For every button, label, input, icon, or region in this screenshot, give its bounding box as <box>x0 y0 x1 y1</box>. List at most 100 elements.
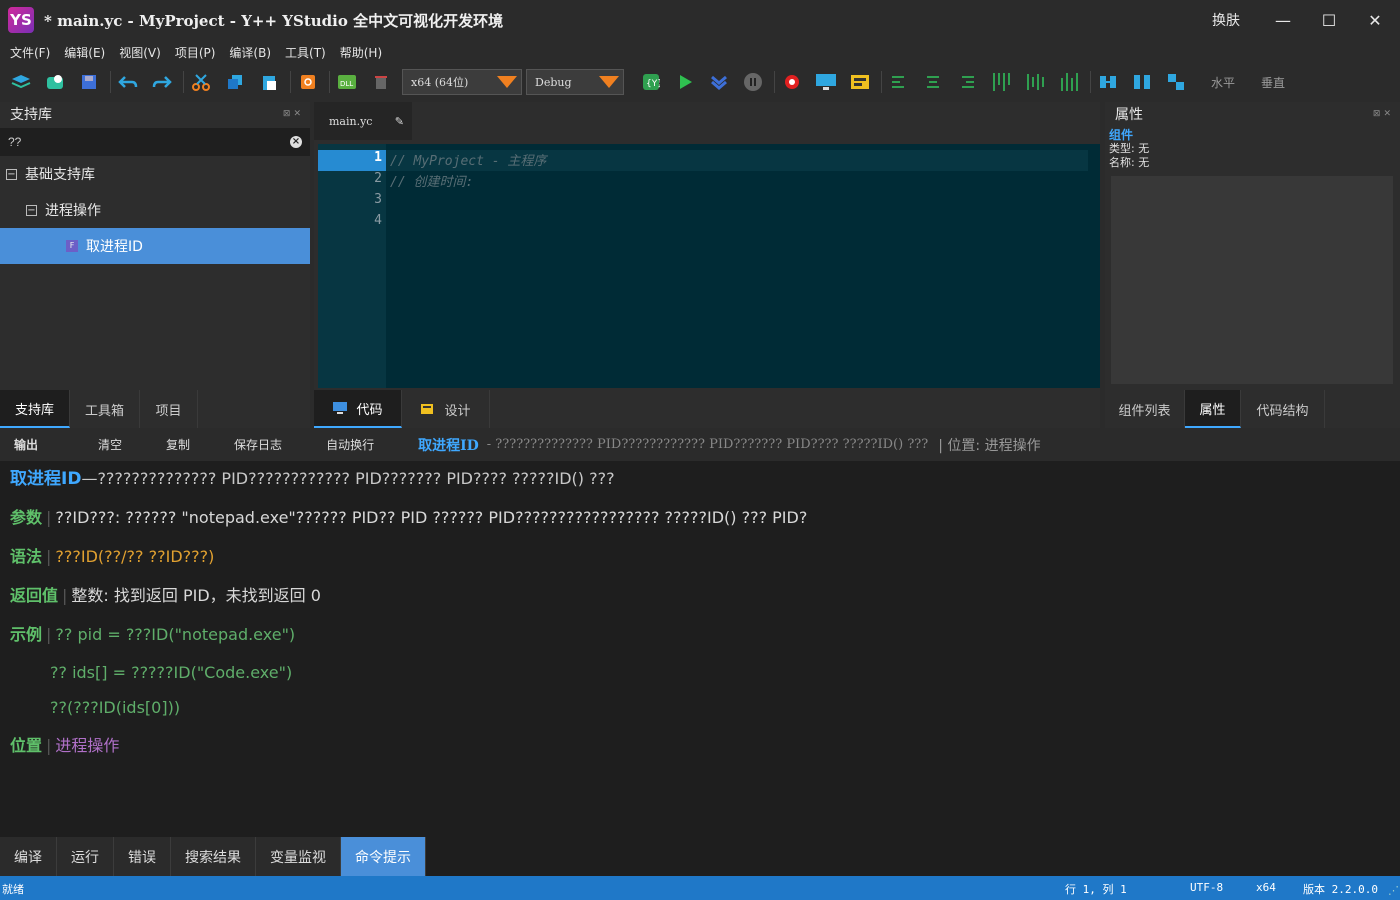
library-search: × <box>0 128 310 156</box>
help-summary-row: 取进程ID—?????????????? PID???????????? PID… <box>10 469 1390 489</box>
tree-node-basic-library[interactable]: − 基础支持库 <box>0 156 310 192</box>
tab-label: 设计 <box>444 403 471 419</box>
title-bar: YS * main.yc - MyProject - Y++ YStudio 全… <box>0 0 1400 40</box>
tab-library[interactable]: 支持库 <box>0 390 70 428</box>
code-view-icon[interactable] <box>813 69 839 95</box>
save-icon[interactable] <box>76 69 102 95</box>
same-height-icon[interactable] <box>1129 69 1155 95</box>
horizontal-button[interactable]: 水平 <box>1211 74 1235 91</box>
code-editor[interactable]: 1 2 3 4 // MyProject - 主程序 // 创建时间: <box>318 144 1100 388</box>
build-icon[interactable]: {Y} <box>638 69 664 95</box>
tab-toolbox[interactable]: 工具箱 <box>70 390 140 428</box>
tree-node-label: 进程操作 <box>45 203 101 219</box>
help-summary: —?????????????? PID???????????? PID?????… <box>81 469 615 488</box>
same-width-icon[interactable] <box>1095 69 1121 95</box>
help-return-text: 整数: 找到返回 PID，未找到返回 0 <box>71 586 321 605</box>
menu-project[interactable]: 项目(P) <box>175 44 216 61</box>
tab-compile[interactable]: 编译 <box>0 837 57 876</box>
align-center-icon[interactable] <box>920 69 946 95</box>
pin-close-icon[interactable]: ⊠✕ <box>283 109 304 119</box>
collapse-icon[interactable]: − <box>6 168 17 180</box>
help-label: 返回值 <box>10 586 59 605</box>
code-lines[interactable]: // MyProject - 主程序 // 创建时间: <box>386 144 1100 388</box>
tree-node-process[interactable]: − 进程操作 <box>0 192 310 228</box>
align-middle-icon[interactable] <box>1022 69 1048 95</box>
help-location-link[interactable]: 进程操作 <box>55 736 119 755</box>
menu-bar: 文件(F) 编辑(E) 视图(V) 项目(P) 编译(B) 工具(T) 帮助(H… <box>0 40 1400 64</box>
tab-design[interactable]: 设计 <box>402 390 490 428</box>
align-right-icon[interactable] <box>954 69 980 95</box>
code-line[interactable] <box>386 192 1100 213</box>
tab-code[interactable]: 代码 <box>314 390 402 428</box>
component-name: 名称: 无 <box>1109 156 1150 169</box>
find-icon[interactable] <box>295 69 321 95</box>
code-line[interactable]: // 创建时间: <box>386 171 1100 192</box>
menu-edit[interactable]: 编辑(E) <box>64 44 105 61</box>
menu-view[interactable]: 视图(V) <box>119 44 161 61</box>
tab-errors[interactable]: 错误 <box>114 837 171 876</box>
align-top-icon[interactable] <box>988 69 1014 95</box>
help-param-row: 参数 | ??ID???: ?????? "notepad.exe"?????? P… <box>10 508 808 527</box>
library-search-input[interactable] <box>8 135 258 149</box>
platform-select[interactable]: x64 (64位) <box>402 69 522 95</box>
properties-grid[interactable] <box>1111 176 1393 384</box>
status-position: 行 1, 列 1 <box>1065 883 1127 896</box>
code-line[interactable] <box>386 213 1100 234</box>
help-location-row: 位置 | 进程操作 <box>10 736 120 755</box>
redo-icon[interactable] <box>149 69 175 95</box>
pause-icon[interactable] <box>740 69 766 95</box>
clear-button[interactable]: 清空 <box>98 436 122 453</box>
breakpoint-icon[interactable] <box>779 69 805 95</box>
tab-project[interactable]: 项目 <box>140 390 198 428</box>
save-log-button[interactable]: 保存日志 <box>234 436 282 453</box>
editor-tab-label: main.yc <box>329 114 373 128</box>
collapse-icon[interactable]: − <box>26 204 37 216</box>
menu-build[interactable]: 编译(B) <box>229 44 271 61</box>
run-icon[interactable] <box>672 69 698 95</box>
vertical-button[interactable]: 垂直 <box>1261 74 1285 91</box>
tree-node-get-pid[interactable]: F 取进程ID <box>0 228 310 264</box>
config-value: Debug <box>535 75 572 89</box>
tab-properties[interactable]: 属性 <box>1185 390 1241 428</box>
skin-button[interactable]: 换肤 <box>1212 10 1240 30</box>
pin-close-icon[interactable]: ⊠✕ <box>1373 109 1394 119</box>
close-button[interactable]: ✕ <box>1352 0 1398 40</box>
dll-icon[interactable]: DLL <box>334 69 360 95</box>
align-bottom-icon[interactable] <box>1056 69 1082 95</box>
word-wrap-button[interactable]: 自动换行 <box>326 436 374 453</box>
same-size-icon[interactable] <box>1163 69 1189 95</box>
undo-icon[interactable] <box>115 69 141 95</box>
cut-icon[interactable] <box>188 69 214 95</box>
copy-icon[interactable] <box>222 69 248 95</box>
menu-file[interactable]: 文件(F) <box>10 44 50 61</box>
minimize-button[interactable]: — <box>1260 0 1306 40</box>
resize-grip-icon[interactable]: ⋰ <box>1388 884 1399 897</box>
menu-tools[interactable]: 工具(T) <box>285 44 326 61</box>
editor-tab-main[interactable]: main.yc ✎ <box>314 102 412 140</box>
align-left-icon[interactable] <box>886 69 912 95</box>
design-view-icon <box>421 404 434 414</box>
config-select[interactable]: Debug <box>526 69 624 95</box>
design-view-icon[interactable] <box>847 69 873 95</box>
tab-code-structure[interactable]: 代码结构 <box>1241 390 1325 428</box>
tab-search-results[interactable]: 搜索结果 <box>171 837 256 876</box>
paste-icon[interactable] <box>256 69 282 95</box>
tab-watch[interactable]: 变量监视 <box>256 837 341 876</box>
status-version: 版本 2.2.0.0 <box>1303 883 1378 896</box>
code-line[interactable]: // MyProject - 主程序 <box>386 150 1088 171</box>
delete-icon[interactable] <box>368 69 394 95</box>
help-example-line: ??(???ID(ids[0])) <box>50 698 181 717</box>
tab-command-hint[interactable]: 命令提示 <box>341 837 426 876</box>
output-title: 输出 <box>14 438 39 452</box>
layers-icon[interactable] <box>8 69 34 95</box>
component-type: 类型: 无 <box>1109 142 1150 155</box>
properties-panel: 属性 ⊠✕ 组件 类型: 无 名称: 无 组件列表 属性 代码结构 <box>1105 102 1400 428</box>
open-project-icon[interactable] <box>42 69 68 95</box>
menu-help[interactable]: 帮助(H) <box>340 44 382 61</box>
clear-search-icon[interactable]: × <box>290 136 302 148</box>
maximize-button[interactable]: ☐ <box>1306 0 1352 40</box>
tab-component-list[interactable]: 组件列表 <box>1105 390 1185 428</box>
tab-run[interactable]: 运行 <box>57 837 114 876</box>
step-icon[interactable] <box>706 69 732 95</box>
copy-button[interactable]: 复制 <box>166 436 190 453</box>
